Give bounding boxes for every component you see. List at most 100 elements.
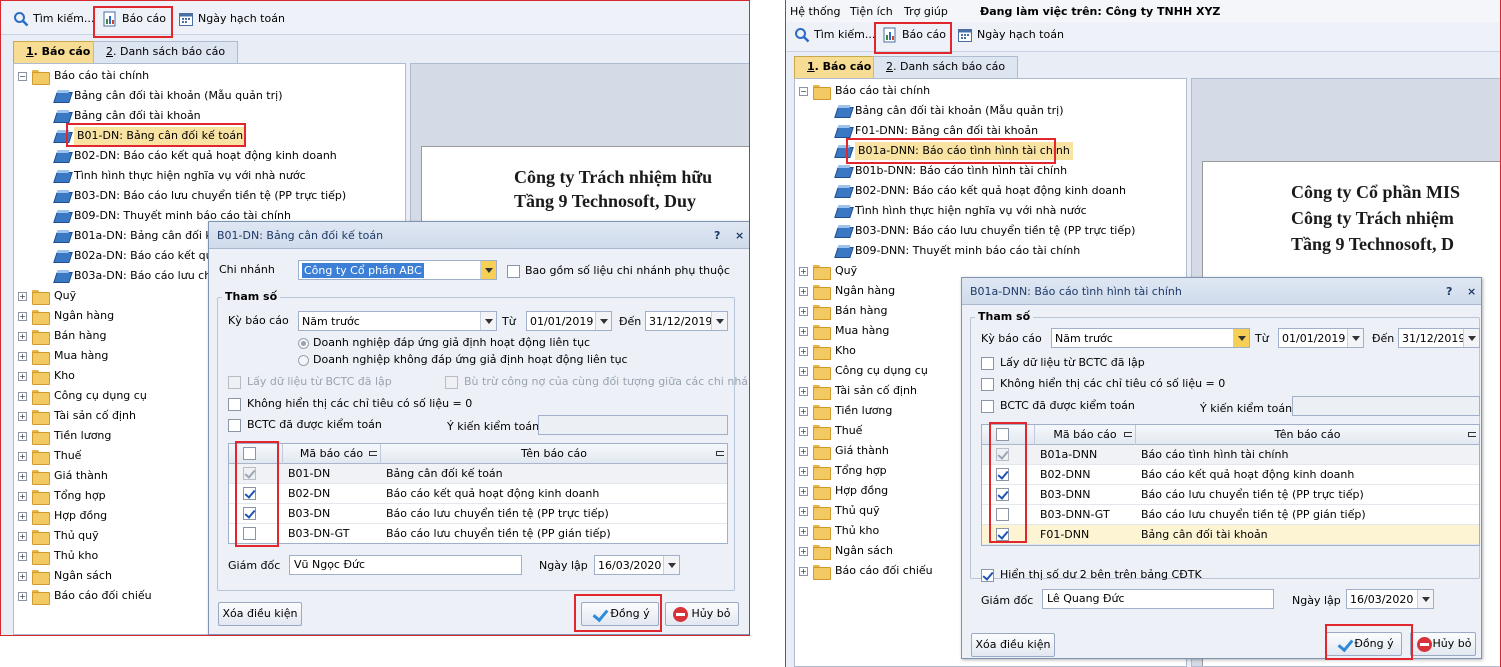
table-row[interactable]: B03-DN-GT Báo cáo lưu chuyển tiền tệ (PP …	[229, 524, 727, 543]
pin-icon[interactable]	[1468, 432, 1476, 437]
row-checkbox[interactable]	[243, 527, 256, 540]
row-checkbox[interactable]	[243, 487, 256, 500]
column-name-header[interactable]: Tên báo cáo	[381, 444, 727, 464]
tree-node-report[interactable]: B01b-DNN: Báo cáo tình hình tài chính	[799, 162, 1186, 180]
pin-icon[interactable]	[1124, 432, 1132, 437]
tree-node-report[interactable]: Tình hình thực hiện nghĩa vụ với nhà nướ…	[799, 202, 1186, 220]
pin-icon[interactable]	[716, 451, 724, 456]
chevron-down-icon[interactable]	[595, 312, 611, 330]
expand-icon[interactable]: +	[18, 292, 27, 301]
row-checkbox[interactable]	[243, 467, 256, 480]
expand-icon[interactable]: +	[18, 452, 27, 461]
director-input[interactable]: Vũ Ngọc Đức	[289, 555, 522, 575]
table-row[interactable]: B01a-DNN Báo cáo tình hình tài chính	[982, 445, 1479, 465]
clear-conditions-button[interactable]: Xóa điều kiện	[218, 602, 302, 626]
chevron-down-icon[interactable]	[1347, 329, 1363, 347]
clear-conditions-button[interactable]: Xóa điều kiện	[971, 633, 1055, 657]
select-all-checkbox[interactable]	[243, 447, 256, 460]
offset-debt-checkbox[interactable]	[445, 376, 458, 389]
tree-node-report[interactable]: B02-DN: Báo cáo kết quả hoạt động kinh d…	[18, 147, 405, 165]
going-concern-radio[interactable]	[298, 338, 309, 349]
expand-icon[interactable]: +	[799, 547, 808, 556]
right-search-button[interactable]: Tìm kiếm...	[794, 26, 875, 44]
expand-icon[interactable]: +	[799, 287, 808, 296]
close-icon[interactable]: ×	[1467, 278, 1476, 305]
expand-icon[interactable]: +	[18, 392, 27, 401]
table-row[interactable]: B03-DNN-GT Báo cáo lưu chuyển tiền tệ (PP…	[982, 505, 1479, 525]
period-select[interactable]: Năm trước	[298, 311, 497, 331]
expand-icon[interactable]: +	[18, 372, 27, 381]
expand-icon[interactable]: +	[18, 512, 27, 521]
select-all-checkbox[interactable]	[996, 428, 1009, 441]
expand-icon[interactable]: +	[18, 332, 27, 341]
expand-icon[interactable]: +	[799, 407, 808, 416]
right-posting-date-button[interactable]: Ngày hạch toán	[957, 26, 1064, 44]
expand-icon[interactable]: +	[18, 472, 27, 481]
help-icon[interactable]: ?	[714, 222, 720, 249]
branch-select[interactable]: Công ty Cổ phần ABC	[298, 260, 497, 280]
table-row[interactable]: B02-DN Báo cáo kết quả hoạt động kinh doa…	[229, 484, 727, 504]
table-row[interactable]: B03-DNN Báo cáo lưu chuyển tiền tệ (PP tr…	[982, 485, 1479, 505]
expand-icon[interactable]: +	[799, 387, 808, 396]
tab-report-list[interactable]: 2. Danh sách báo cáo	[873, 56, 1019, 78]
menu-utilities[interactable]: Tiện ích	[850, 5, 893, 18]
help-icon[interactable]: ?	[1446, 278, 1452, 305]
hide-zero-checkbox[interactable]	[228, 398, 241, 411]
chevron-down-icon[interactable]	[663, 556, 679, 574]
tree-node-report[interactable]: B02-DNN: Báo cáo kết quả hoạt động kinh …	[799, 182, 1186, 200]
chevron-down-icon[interactable]	[480, 261, 496, 279]
hide-zero-checkbox[interactable]	[981, 378, 994, 391]
tree-node-report[interactable]: Bảng cân đối tài khoản (Mẫu quản trị)	[18, 87, 405, 105]
tree-node-report[interactable]: B03-DN: Báo cáo lưu chuyển tiền tệ (PP t…	[18, 187, 405, 205]
from-date-input[interactable]: 01/01/2019	[526, 311, 612, 331]
tree-node-report[interactable]: F01-DNN: Bảng cân đối tài khoản	[799, 122, 1186, 140]
column-name-header[interactable]: Tên báo cáo	[1136, 425, 1479, 445]
expand-icon[interactable]: +	[18, 552, 27, 561]
tree-node-report[interactable]: B01a-DNN: Báo cáo tình hình tài chính	[799, 142, 1186, 160]
left-posting-date-button[interactable]: Ngày hạch toán	[178, 10, 285, 28]
audit-opinion-input[interactable]	[538, 415, 728, 435]
audit-opinion-input[interactable]	[1292, 396, 1480, 416]
collapse-icon[interactable]: −	[18, 72, 27, 81]
expand-icon[interactable]: +	[799, 507, 808, 516]
not-going-concern-radio[interactable]	[298, 355, 309, 366]
audited-checkbox[interactable]	[981, 400, 994, 413]
expand-icon[interactable]: +	[799, 327, 808, 336]
tree-node-report[interactable]: B03-DNN: Báo cáo lưu chuyển tiền tệ (PP …	[799, 222, 1186, 240]
chevron-down-icon[interactable]	[711, 312, 727, 330]
tree-node-report[interactable]: Bảng cân đối tài khoản	[18, 107, 405, 125]
expand-icon[interactable]: +	[799, 427, 808, 436]
ok-button[interactable]: Đồng ý	[581, 602, 659, 626]
created-date-input[interactable]: 16/03/2020	[594, 555, 680, 575]
table-row[interactable]: B03-DN Báo cáo lưu chuyển tiền tệ (PP trự…	[229, 504, 727, 524]
expand-icon[interactable]: +	[799, 347, 808, 356]
tree-node-report[interactable]: B09-DNN: Thuyết minh báo cáo tài chính	[799, 242, 1186, 260]
expand-icon[interactable]: +	[18, 312, 27, 321]
table-row[interactable]: B02-DNN Báo cáo kết quả hoạt động kinh do…	[982, 465, 1479, 485]
row-checkbox[interactable]	[996, 528, 1009, 541]
expand-icon[interactable]: +	[18, 572, 27, 581]
tree-node-report[interactable]: B01-DN: Bảng cân đối kế toán	[18, 127, 405, 145]
chevron-down-icon[interactable]	[1233, 329, 1249, 347]
expand-icon[interactable]: +	[18, 432, 27, 441]
tree-node-root[interactable]: − Báo cáo tài chính	[799, 82, 1186, 100]
ok-button[interactable]: Đồng ý	[1326, 632, 1402, 656]
menu-help[interactable]: Trợ giúp	[904, 5, 948, 18]
row-checkbox[interactable]	[996, 448, 1009, 461]
expand-icon[interactable]: +	[799, 467, 808, 476]
tree-node-root[interactable]: − Báo cáo tài chính	[18, 67, 405, 85]
right-report-button[interactable]: Báo cáo	[882, 26, 946, 44]
expand-icon[interactable]: +	[18, 592, 27, 601]
close-icon[interactable]: ×	[735, 222, 744, 249]
pin-icon[interactable]	[369, 451, 377, 456]
expand-icon[interactable]: +	[799, 267, 808, 276]
expand-icon[interactable]: +	[799, 567, 808, 576]
table-row[interactable]: F01-DNN Bảng cân đối tài khoản	[982, 525, 1479, 545]
tree-node-report[interactable]: Bảng cân đối tài khoản (Mẫu quản trị)	[799, 102, 1186, 120]
load-bctc-checkbox[interactable]	[981, 357, 994, 370]
show-balance-checkbox[interactable]	[981, 569, 994, 582]
column-code-header[interactable]: Mã báo cáo	[1035, 425, 1136, 445]
tab-reports[interactable]: 1. Báo cáo	[13, 41, 104, 63]
cancel-button[interactable]: Hủy bỏ	[665, 602, 739, 626]
expand-icon[interactable]: +	[18, 492, 27, 501]
